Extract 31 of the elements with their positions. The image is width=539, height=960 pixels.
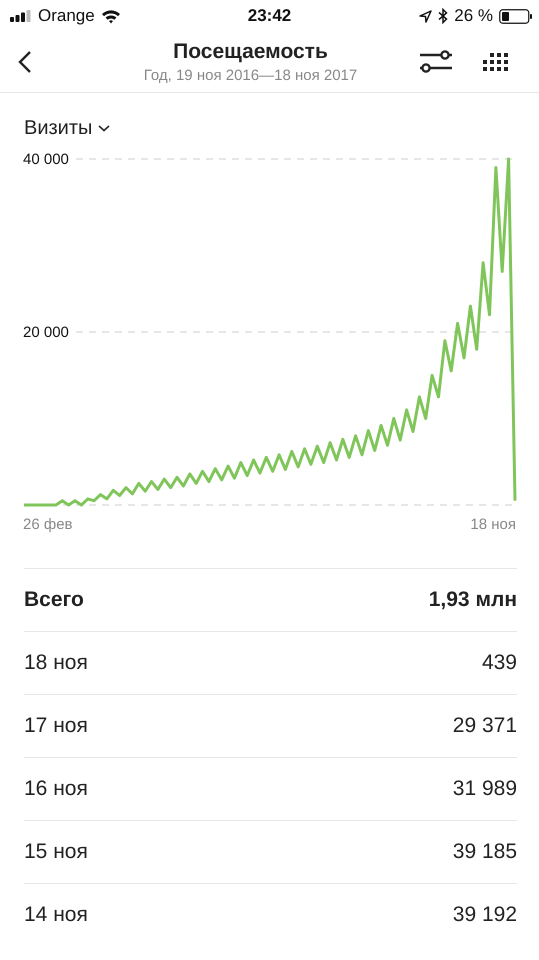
total-label: Всего: [24, 588, 84, 612]
screen-title: Посещаемость: [173, 40, 328, 64]
date-cell: 16 ноя: [24, 777, 88, 801]
total-value: 1,93 млн: [428, 588, 517, 612]
metric-dropdown[interactable]: Визиты: [24, 117, 110, 140]
y-axis-label: 20 000: [23, 324, 69, 341]
date-range: Год, 19 ноя 2016—18 ноя 2017: [144, 67, 358, 84]
visits-cell: 439: [482, 651, 517, 675]
visits-cell: 39 185: [452, 840, 517, 864]
battery-percent: 26 %: [454, 6, 493, 26]
x-axis-label: 18 ноя: [470, 516, 516, 533]
x-axis-label: 26 фев: [23, 516, 73, 533]
signal-icon: [10, 10, 32, 22]
wifi-icon: [100, 8, 121, 24]
visits-cell: 31 989: [452, 777, 517, 801]
battery-icon: [499, 8, 533, 24]
date-cell: 18 ноя: [24, 651, 88, 675]
grid-icon[interactable]: [483, 52, 511, 72]
visits-cell: 39 192: [452, 903, 517, 927]
visits-cell: 29 371: [452, 714, 517, 738]
carrier-name: Orange: [38, 6, 95, 26]
date-cell: 15 ноя: [24, 840, 88, 864]
date-cell: 17 ноя: [24, 714, 88, 738]
y-axis-label: 40 000: [23, 151, 69, 168]
clock-time: 23:42: [248, 6, 292, 26]
caret-icon: [98, 125, 110, 132]
filter-sliders-icon[interactable]: [419, 50, 453, 74]
bluetooth-icon: [438, 8, 448, 24]
back-chevron-icon[interactable]: [18, 50, 32, 74]
date-cell: 14 ноя: [24, 903, 88, 927]
location-arrow-icon: [419, 10, 432, 22]
